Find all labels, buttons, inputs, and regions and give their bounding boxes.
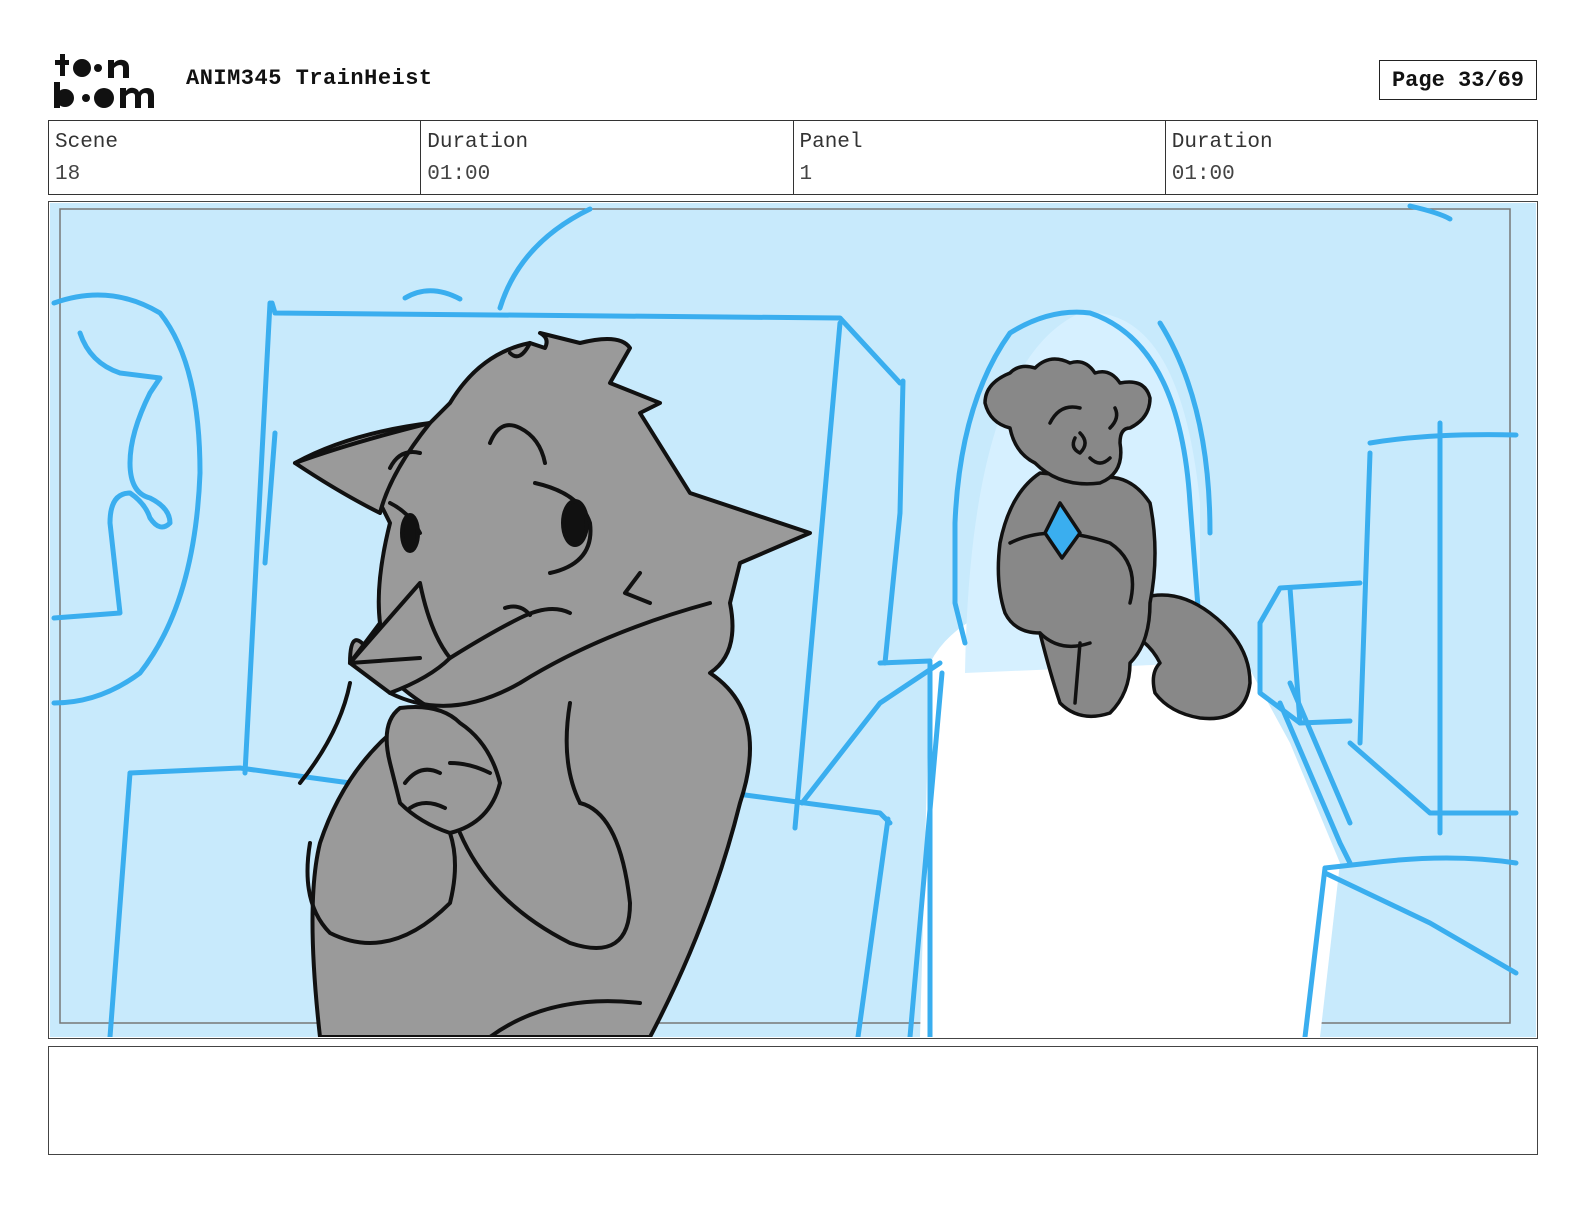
scene-duration-cell: Duration 01:00 (421, 121, 794, 194)
scene-value: 18 (55, 163, 81, 186)
scene-label: Scene (55, 131, 119, 154)
seat-back-right (877, 658, 933, 666)
scene-duration-value: 01:00 (427, 163, 491, 186)
panel-duration-value: 01:00 (1171, 163, 1235, 186)
scene-cell: Scene 18 (49, 121, 422, 194)
panel-duration-label: Duration (1171, 131, 1273, 154)
storyboard-panel (48, 201, 1538, 1039)
panel-duration-cell: Duration 01:00 (1166, 121, 1537, 194)
panel-cell: Panel 1 (794, 121, 1166, 194)
scene-duration-label: Duration (427, 131, 529, 154)
panel-notes-box (48, 1046, 1538, 1155)
panel-label: Panel (799, 131, 863, 154)
toon-boom-logo (54, 54, 154, 108)
scene-info-table: Scene 18 Duration 01:00 Panel 1 Duration… (48, 120, 1538, 195)
project-title: ANIM345 TrainHeist (186, 66, 433, 91)
panel-value: 1 (799, 163, 813, 186)
panel-drawing (50, 203, 1536, 1037)
page-indicator: Page 33/69 (1379, 60, 1537, 100)
